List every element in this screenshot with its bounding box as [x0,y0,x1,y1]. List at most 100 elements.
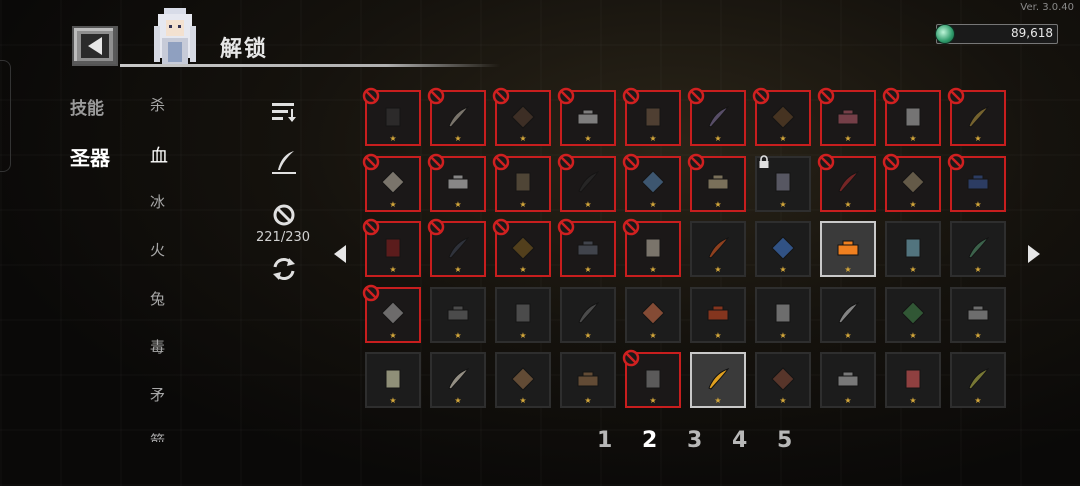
back-arrow-icon [81,34,109,58]
relic-slot[interactable]: ★ [885,352,941,408]
category-skills[interactable]: 技能 [70,94,104,119]
relic-slot[interactable]: ★ [430,286,486,343]
rarity-star-icon: ★ [519,396,527,405]
page-5[interactable]: 5 [777,428,792,453]
relic-slot[interactable]: ★ [622,349,681,408]
steak-icon [837,109,859,125]
relic-slot[interactable]: ★ [362,153,421,212]
relic-slot[interactable]: ★ [427,153,486,212]
prev-page-arrow-icon[interactable] [332,244,348,264]
relic-slot[interactable]: ★ [947,153,1006,212]
relic-slot[interactable]: ★ [820,286,876,343]
quill-icon[interactable] [270,148,298,176]
back-button[interactable] [72,26,118,66]
next-page-arrow-icon[interactable] [1026,244,1042,264]
statue-icon [775,172,791,192]
relic-slot[interactable]: ★ [557,153,616,212]
page-1[interactable]: 1 [597,428,612,453]
feather-icon [448,367,470,390]
padlock-icon [759,154,769,168]
relic-slot[interactable]: ★ [690,221,746,277]
relic-slot[interactable]: ★ [427,87,486,146]
banned-icon [492,218,510,236]
knife-icon [838,302,860,325]
relic-slot[interactable]: ★ [755,221,811,277]
relic-slot[interactable]: ★ [817,87,876,146]
box-icon [645,107,661,127]
currency-display: 89,618 [935,24,1058,44]
refresh-icon[interactable] [270,256,298,282]
subcategory-arrow[interactable]: 箭 [150,430,165,442]
relic-slot[interactable]: ★ [687,87,746,146]
subcategory-ice[interactable]: 冰 [150,191,165,212]
rarity-star-icon: ★ [844,330,852,340]
relic-slot[interactable]: ★ [427,218,486,277]
snake-icon [448,236,470,259]
relic-slot[interactable]: ★ [492,153,551,212]
rarity-star-icon: ★ [389,265,397,274]
relic-slot[interactable]: ★ [495,286,551,343]
relic-slot[interactable]: ★ [687,153,746,212]
rock-icon [447,305,469,321]
relic-slot[interactable]: ★ [557,218,616,277]
relic-slot[interactable]: ★ [755,286,811,343]
subcategory-rabbit[interactable]: 兔 [150,288,165,309]
relic-slot[interactable]: ★ [817,153,876,212]
relic-slot[interactable]: ★ [947,87,1006,146]
relic-slot[interactable]: ★ [882,153,941,212]
relic-slot[interactable]: ★ [752,87,811,146]
relic-slot[interactable]: ★ [492,87,551,146]
relic-slot[interactable]: ★ [622,87,681,146]
rarity-star-icon: ★ [844,396,852,405]
relic-slot[interactable]: ★ [365,352,421,408]
relic-slot[interactable]: ★ [690,286,746,343]
relic-slot[interactable]: ★ [950,221,1006,277]
relic-slot[interactable]: ★ [885,221,941,277]
scroll-icon [707,174,729,190]
rarity-star-icon: ★ [649,265,657,274]
relic-slot[interactable]: ★ [950,286,1006,343]
rarity-star-icon: ★ [584,265,592,274]
relic-slot[interactable]: ★ [755,352,811,408]
relic-slot[interactable]: ★ [950,352,1006,408]
page-2[interactable]: 2 [642,428,657,453]
subcategory-fire[interactable]: 火 [150,239,165,260]
relic-slot[interactable]: ★ [362,284,421,343]
subcategory-spear[interactable]: 矛 [150,384,165,405]
relic-slot[interactable]: ★ [882,87,941,146]
relic-slot[interactable]: ★ [495,352,551,408]
relic-slot[interactable]: ★ [820,352,876,408]
banned-icon [947,87,965,105]
relic-slot[interactable]: ★ [622,218,681,277]
relic-slot[interactable]: ★ [622,153,681,212]
relic-slot[interactable]: ★ [885,286,941,343]
ban-filter-icon[interactable] [272,203,296,227]
sort-icon[interactable] [270,100,298,124]
subcategory-kill[interactable]: 杀 [150,94,165,115]
relic-slot[interactable]: ★ [492,218,551,277]
rarity-star-icon: ★ [714,265,722,274]
subcategory-poison[interactable]: 毒 [150,336,165,357]
banned-icon [817,153,835,170]
relic-slot[interactable]: ★ [690,352,746,408]
page-4[interactable]: 4 [732,428,747,453]
rarity-star-icon: ★ [844,199,852,209]
relic-slot[interactable]: ★ [362,87,421,146]
relic-slot[interactable]: ★ [362,218,421,277]
paper-icon [381,301,405,326]
relic-slot[interactable]: ★ [430,352,486,408]
rarity-star-icon: ★ [974,134,982,143]
disc-icon [385,369,401,389]
relic-slot[interactable]: ★ [560,286,616,343]
relic-slot[interactable]: ★ [755,154,811,212]
rarity-star-icon: ★ [974,199,982,209]
banned-icon [817,87,835,105]
relic-slot[interactable]: ★ [820,221,876,277]
relic-slot[interactable]: ★ [560,352,616,408]
subcategory-blood[interactable]: 血 [150,142,168,168]
relic-slot[interactable]: ★ [625,286,681,343]
rarity-star-icon: ★ [454,199,462,209]
page-3[interactable]: 3 [687,428,702,453]
relic-slot[interactable]: ★ [557,87,616,146]
category-relics[interactable]: 圣器 [70,142,110,171]
